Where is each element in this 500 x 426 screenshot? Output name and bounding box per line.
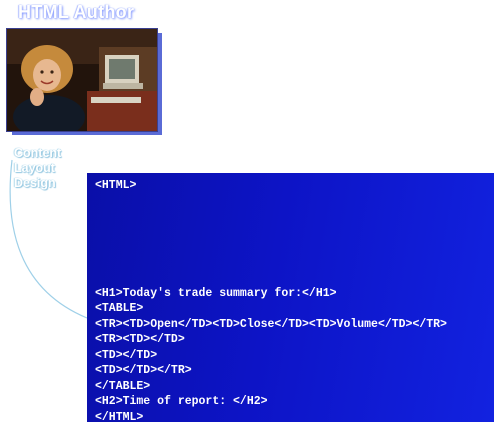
code-blank-space (95, 194, 494, 286)
code-line: <TR><TD></TD> (95, 333, 185, 346)
caption-layout: Layout (14, 161, 55, 175)
caption-content: Content (14, 146, 62, 160)
author-photo (6, 28, 158, 132)
html-code-panel: <HTML> <H1>Today's trade summary for:</H… (87, 173, 494, 424)
code-line: </TABLE> (95, 379, 151, 393)
code-line: <H1>Today's trade summary for:</H1> (95, 286, 337, 300)
caption-design: Design (14, 176, 56, 190)
code-line: <H2>Time of report: </H2> (95, 395, 268, 408)
slide-title: HTML Author (18, 2, 135, 22)
code-line: <TD></TD> (95, 348, 158, 362)
code-line: <TABLE> (95, 302, 144, 315)
code-line: </HTML> (95, 410, 144, 424)
code-line: <TR><TD>Open</TD><TD>Close</TD><TD>Volum… (95, 317, 447, 331)
code-line-html-open: <HTML> (95, 179, 137, 192)
author-photo-illustration (7, 29, 157, 131)
code-line: <TD></TD></TR> (95, 364, 192, 377)
caption: Content Layout Design (14, 146, 61, 191)
